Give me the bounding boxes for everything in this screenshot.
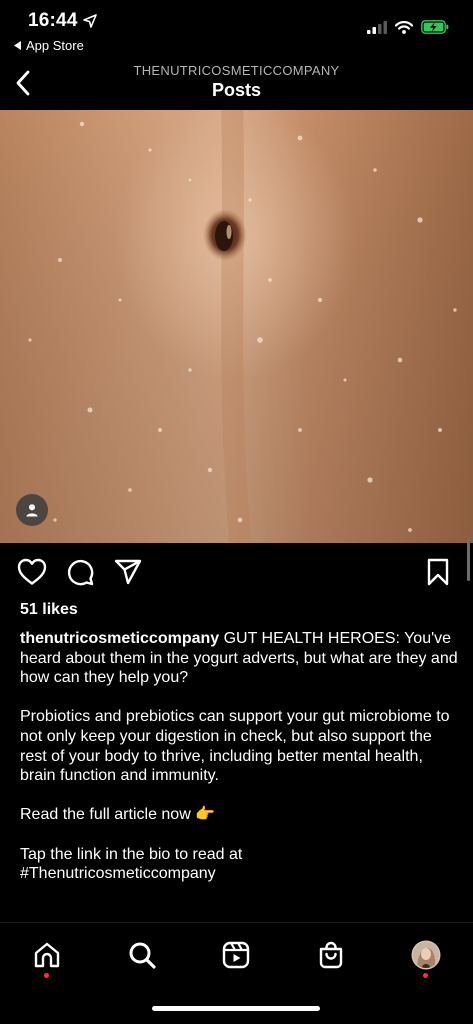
- tab-shop[interactable]: [311, 935, 351, 975]
- belly-photo: [0, 110, 473, 543]
- home-icon: [34, 942, 60, 968]
- caption-paragraph-2: Probiotics and prebiotics can support yo…: [20, 708, 450, 785]
- tab-home[interactable]: [27, 935, 67, 975]
- post-image[interactable]: [0, 110, 473, 543]
- share-icon: [114, 559, 142, 585]
- like-button[interactable]: [16, 556, 48, 588]
- account-name: THENUTRICOSMETICCOMPANY: [133, 63, 340, 78]
- post-actions: [0, 553, 473, 593]
- tab-reels[interactable]: [216, 935, 256, 975]
- profile-notification-dot: [423, 973, 428, 978]
- search-icon: [129, 942, 156, 969]
- home-notification-dot: [44, 973, 49, 978]
- back-app-label: App Store: [26, 38, 84, 53]
- save-button[interactable]: [422, 556, 454, 588]
- back-to-app-store[interactable]: App Store: [14, 38, 84, 53]
- heart-icon: [17, 558, 47, 585]
- likes-count[interactable]: 51 likes: [20, 601, 78, 619]
- comment-icon: [67, 559, 94, 586]
- tab-profile[interactable]: [406, 935, 446, 975]
- battery-charging-icon: [421, 20, 449, 34]
- status-time: 16:44: [28, 10, 97, 32]
- tab-search[interactable]: [122, 935, 162, 975]
- clock-text: 16:44: [28, 10, 78, 31]
- back-triangle-icon: [14, 41, 21, 50]
- system-icons: [367, 20, 449, 34]
- comment-button[interactable]: [64, 556, 96, 588]
- caption-paragraph-4: Tap the link in the bio to read at #Thenu…: [20, 845, 460, 884]
- person-icon: [26, 504, 38, 517]
- caption-line: Tap the link in the bio to read at: [20, 845, 243, 863]
- home-indicator[interactable]: [152, 1006, 320, 1011]
- hashtag-link[interactable]: #Thenutricosmeticcompany: [20, 865, 216, 882]
- location-arrow-icon: [82, 14, 97, 28]
- shop-icon: [319, 941, 343, 969]
- status-bar: 16:44 App Store: [0, 0, 473, 58]
- caption-username[interactable]: thenutricosmeticcompany: [20, 630, 219, 647]
- reels-icon: [222, 941, 250, 969]
- posts-header: THENUTRICOSMETICCOMPANY Posts: [0, 58, 473, 110]
- tagged-people-button[interactable]: [16, 494, 48, 526]
- signal-icon: [367, 20, 387, 34]
- profile-avatar: [411, 940, 441, 970]
- share-button[interactable]: [112, 556, 144, 588]
- page-title: Posts: [211, 80, 262, 100]
- bookmark-icon: [427, 558, 449, 586]
- post-caption: thenutricosmeticcompany GUT HEALTH HEROE…: [20, 629, 460, 903]
- wifi-icon: [395, 20, 413, 34]
- caption-paragraph-1: thenutricosmeticcompany GUT HEALTH HEROE…: [20, 629, 460, 688]
- scrollbar[interactable]: [467, 537, 470, 581]
- caption-paragraph-3: Read the full article now 👉: [20, 806, 216, 824]
